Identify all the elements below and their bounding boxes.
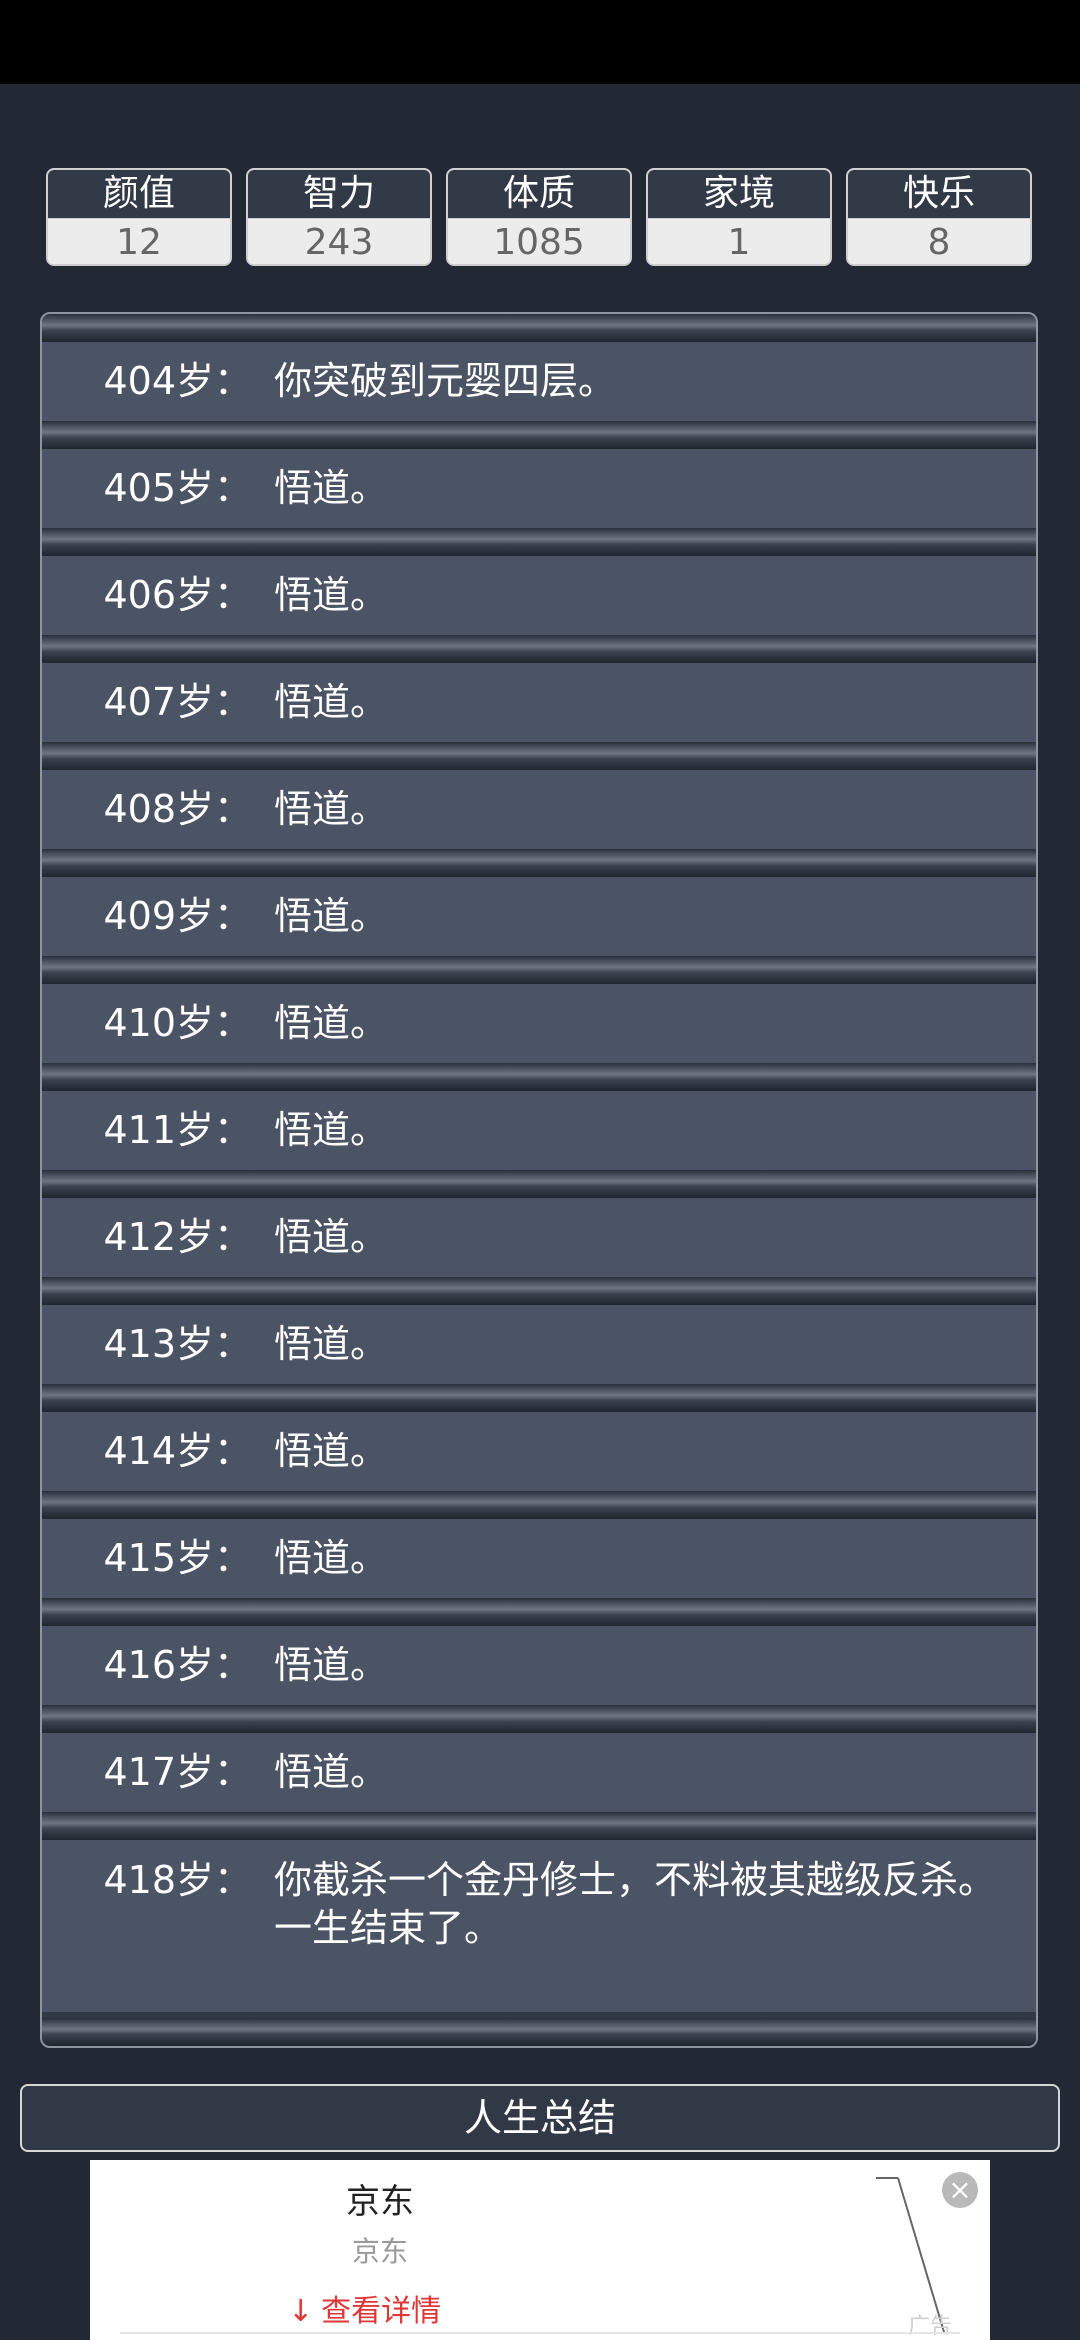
log-age: 408岁：: [103, 787, 252, 831]
list-item: 408岁： 悟道。: [42, 742, 1036, 849]
status-bar: [0, 0, 1080, 84]
list-item: 415岁： 悟道。: [42, 1491, 1036, 1598]
list-item: 411岁： 悟道。: [42, 1063, 1036, 1170]
log-event: 悟道。: [274, 680, 389, 724]
stat-label: 家境: [648, 170, 830, 219]
stat-value: 8: [848, 219, 1030, 264]
stat-label: 体质: [448, 170, 630, 219]
list-item: 404岁： 你突破到元婴四层。: [42, 314, 1036, 421]
list-item: 412岁： 悟道。: [42, 1170, 1036, 1277]
stat-value: 1085: [448, 219, 630, 264]
life-summary-button[interactable]: 人生总结: [20, 2084, 1060, 2152]
list-end-divider: [42, 2018, 1036, 2046]
list-item: 409岁： 悟道。: [42, 849, 1036, 956]
ad-title: 京东: [346, 2182, 414, 2222]
attribute-panel: 颜值 12 智力 243 体质 1085 家境 1 快乐 8: [46, 168, 1034, 268]
stat-label: 快乐: [848, 170, 1030, 219]
log-age: 412岁：: [103, 1215, 252, 1259]
log-event: 悟道。: [274, 1108, 389, 1152]
log-event: 悟道。: [274, 1429, 389, 1473]
ad-tag: 广告: [908, 2314, 953, 2339]
stat-value: 243: [248, 219, 430, 264]
stat-appearance: 颜值 12: [46, 168, 232, 266]
log-age: 418岁：: [103, 1858, 252, 1902]
list-item: 414岁： 悟道。: [42, 1384, 1036, 1491]
log-age: 404岁：: [103, 359, 252, 403]
log-event: 悟道。: [274, 1536, 389, 1580]
log-event: 悟道。: [274, 466, 389, 510]
download-arrow-icon: ↓: [288, 2294, 314, 2329]
log-age: 411岁：: [103, 1108, 252, 1152]
ad-details-link[interactable]: ↓ 查看详情: [288, 2286, 441, 2330]
ad-banner[interactable]: 京东 京东 ↓ 查看详情 × 广告: [90, 2160, 990, 2340]
close-icon[interactable]: ×: [942, 2172, 978, 2208]
log-age: 414岁：: [103, 1429, 252, 1473]
log-event: 悟道。: [274, 894, 389, 938]
stat-family: 家境 1: [646, 168, 832, 266]
log-event: 悟道。: [274, 573, 389, 617]
log-age: 416岁：: [103, 1643, 252, 1687]
stat-constitution: 体质 1085: [446, 168, 632, 266]
divider: [120, 2332, 960, 2334]
ad-cta-label: 查看详情: [321, 2294, 442, 2329]
log-age: 407岁：: [103, 680, 252, 724]
list-item: 405岁： 悟道。: [42, 421, 1036, 528]
stat-label: 颜值: [48, 170, 230, 219]
log-event: 悟道。: [274, 1643, 389, 1687]
list-item: 413岁： 悟道。: [42, 1277, 1036, 1384]
log-age: 406岁：: [103, 573, 252, 617]
log-event: 悟道。: [274, 1750, 389, 1794]
log-event-line: 一生结束了。: [274, 1906, 503, 1950]
list-item: 418岁： 你截杀一个金丹修士，不料被其越级反杀。 一生结束了。: [42, 1812, 1036, 2026]
log-age: 410岁：: [103, 1001, 252, 1045]
log-event: 悟道。: [274, 1215, 389, 1259]
list-item: 407岁： 悟道。: [42, 635, 1036, 742]
list-item: 406岁： 悟道。: [42, 528, 1036, 635]
list-item: 417岁： 悟道。: [42, 1705, 1036, 1812]
stat-value: 1: [648, 219, 830, 264]
log-age: 413岁：: [103, 1322, 252, 1366]
log-event-line: 你截杀一个金丹修士，不料被其越级反杀。: [274, 1858, 997, 1902]
ad-subtitle: 京东: [351, 2235, 408, 2268]
log-event: 悟道。: [274, 1322, 389, 1366]
list-item: 416岁： 悟道。: [42, 1598, 1036, 1705]
life-log-rows: 404岁： 你突破到元婴四层。 405岁： 悟道。 406岁： 悟道。 407岁…: [42, 314, 1036, 2046]
log-event: 你突破到元婴四层。: [274, 359, 617, 403]
stat-value: 12: [48, 219, 230, 264]
list-item: 410岁： 悟道。: [42, 956, 1036, 1063]
log-event: 你截杀一个金丹修士，不料被其越级反杀。 一生结束了。: [274, 1856, 1014, 1952]
life-log-list[interactable]: 404岁： 你突破到元婴四层。 405岁： 悟道。 406岁： 悟道。 407岁…: [40, 312, 1038, 2048]
log-age: 415岁：: [103, 1536, 252, 1580]
log-event: 悟道。: [274, 787, 389, 831]
stat-happiness: 快乐 8: [846, 168, 1032, 266]
log-age: 417岁：: [103, 1750, 252, 1794]
log-event: 悟道。: [274, 1001, 389, 1045]
stat-intelligence: 智力 243: [246, 168, 432, 266]
log-age: 405岁：: [103, 466, 252, 510]
log-age: 409岁：: [103, 894, 252, 938]
stat-label: 智力: [248, 170, 430, 219]
